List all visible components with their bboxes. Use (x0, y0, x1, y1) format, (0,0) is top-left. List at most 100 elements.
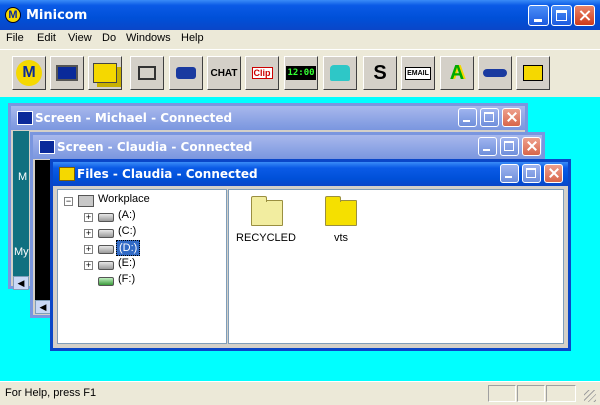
clock-icon: 12:00 (286, 66, 316, 80)
tree-expand-button[interactable]: + (84, 261, 93, 270)
mdi-workspace: Screen - Michael - Connected M My ◀ Scre… (0, 97, 600, 381)
tree-node-drive-c[interactable]: (C:) (118, 225, 136, 237)
terminal-text: M (18, 171, 28, 183)
folder-label: RECYCLED (236, 232, 296, 244)
close-button[interactable] (544, 164, 563, 183)
toolbar-email-button[interactable]: EMAIL (401, 56, 435, 90)
cable-icon (483, 69, 507, 77)
email-icon: EMAIL (405, 66, 431, 80)
plug-icon (176, 67, 196, 79)
transfer-icon (138, 66, 156, 80)
screen-icon (56, 65, 78, 81)
terminal-area (35, 160, 51, 300)
toolbar: M CHAT Clip 12:00 S EMAIL A (0, 49, 600, 99)
file-list: RECYCLED vts (228, 189, 564, 344)
close-button[interactable] (574, 5, 595, 26)
clipboard-icon: Clip (251, 67, 273, 79)
folder-item-recycled[interactable]: RECYCLED (229, 190, 307, 250)
maximize-button[interactable] (500, 137, 519, 156)
folder-tree: − Workplace + (A:) + (C:) + (D:) + (E:) … (57, 189, 227, 344)
tree-node-workplace[interactable]: Workplace (98, 193, 150, 205)
tree-node-drive-e[interactable]: (E:) (118, 257, 136, 269)
folder-icon (59, 167, 75, 181)
minicom-logo-icon: M (16, 60, 42, 86)
folder-icon (251, 196, 283, 226)
window-title-bar[interactable]: Screen - Michael - Connected (11, 106, 525, 130)
phone-icon (330, 65, 350, 81)
drive-icon (98, 229, 114, 238)
window-title-bar[interactable]: Files - Claudia - Connected (53, 162, 568, 186)
tree-expand-button[interactable]: + (84, 245, 93, 254)
window-title: Files - Claudia - Connected (77, 167, 258, 181)
status-panel (488, 385, 516, 402)
menu-edit[interactable]: Edit (37, 32, 56, 44)
tree-expand-button[interactable]: + (84, 213, 93, 222)
chat-icon: CHAT (210, 67, 238, 79)
close-button[interactable] (502, 108, 521, 127)
scroll-left-button[interactable]: ◀ (35, 300, 51, 314)
toolbar-screen-button[interactable] (50, 56, 84, 90)
folder-icon (325, 196, 357, 226)
minimize-button[interactable] (458, 108, 477, 127)
tree-node-drive-f[interactable]: (F:) (118, 273, 135, 285)
window-files-claudia[interactable]: Files - Claudia - Connected − Workplace … (50, 159, 571, 351)
minicom-app-window: M Minicom File Edit View Do Windows Help… (0, 0, 600, 405)
window-title-bar[interactable]: Screen - Claudia - Connected (33, 135, 542, 159)
tree-collapse-button[interactable]: − (64, 197, 73, 206)
toolbar-minicom-button[interactable]: M (12, 56, 46, 90)
drive-icon (98, 261, 114, 270)
font-icon: A (449, 61, 465, 84)
status-text: For Help, press F1 (5, 387, 97, 399)
status-bar: For Help, press F1 (0, 381, 600, 405)
minimize-button[interactable] (528, 5, 549, 26)
network-drive-icon (98, 277, 114, 286)
toolbar-chat-button[interactable]: CHAT (207, 56, 241, 90)
floppy-drive-icon (98, 213, 114, 222)
toolbar-cable-button[interactable] (478, 56, 512, 90)
scroll-left-button[interactable]: ◀ (13, 276, 29, 290)
minimize-button[interactable] (478, 137, 497, 156)
toolbar-clipboard-button[interactable]: Clip (245, 56, 279, 90)
toolbar-connect-button[interactable] (169, 56, 203, 90)
computer-icon (78, 195, 94, 207)
maximize-button[interactable] (480, 108, 499, 127)
drive-icon (98, 245, 114, 254)
maximize-button[interactable] (551, 5, 572, 26)
menu-file[interactable]: File (6, 32, 24, 44)
terminal-text: My (14, 246, 29, 258)
folder-label: vts (333, 232, 349, 244)
app-title-bar[interactable]: M Minicom (0, 0, 600, 30)
script-icon: S (373, 61, 387, 84)
maximize-button[interactable] (522, 164, 541, 183)
tree-node-drive-a[interactable]: (A:) (118, 209, 136, 221)
tree-expand-button[interactable]: + (84, 229, 93, 238)
screen-icon (39, 140, 55, 154)
windows-stack-icon (93, 63, 117, 83)
magnifier-icon (523, 65, 543, 81)
window-title: Screen - Michael - Connected (35, 111, 233, 125)
tree-node-drive-d[interactable]: (D:) (116, 240, 141, 256)
toolbar-find-button[interactable] (516, 56, 550, 90)
toolbar-windows-button[interactable] (88, 56, 122, 90)
menu-view[interactable]: View (68, 32, 92, 44)
app-logo-icon: M (5, 7, 21, 23)
close-button[interactable] (522, 137, 541, 156)
toolbar-script-button[interactable]: S (363, 56, 397, 90)
toolbar-font-button[interactable]: A (440, 56, 474, 90)
window-title: Screen - Claudia - Connected (57, 140, 253, 154)
screen-icon (17, 111, 33, 125)
menu-do[interactable]: Do (102, 32, 116, 44)
status-panel (546, 385, 576, 402)
resize-grip[interactable] (584, 390, 596, 402)
status-panel (517, 385, 545, 402)
app-title: Minicom (26, 8, 88, 23)
menu-bar: File Edit View Do Windows Help (0, 30, 600, 49)
toolbar-transfer-button[interactable] (130, 56, 164, 90)
toolbar-clock-button[interactable]: 12:00 (284, 56, 318, 90)
minimize-button[interactable] (500, 164, 519, 183)
terminal-area: M My (13, 131, 29, 276)
folder-item-vts[interactable]: vts (311, 190, 389, 250)
menu-windows[interactable]: Windows (126, 32, 171, 44)
menu-help[interactable]: Help (181, 32, 204, 44)
toolbar-phone-button[interactable] (323, 56, 357, 90)
